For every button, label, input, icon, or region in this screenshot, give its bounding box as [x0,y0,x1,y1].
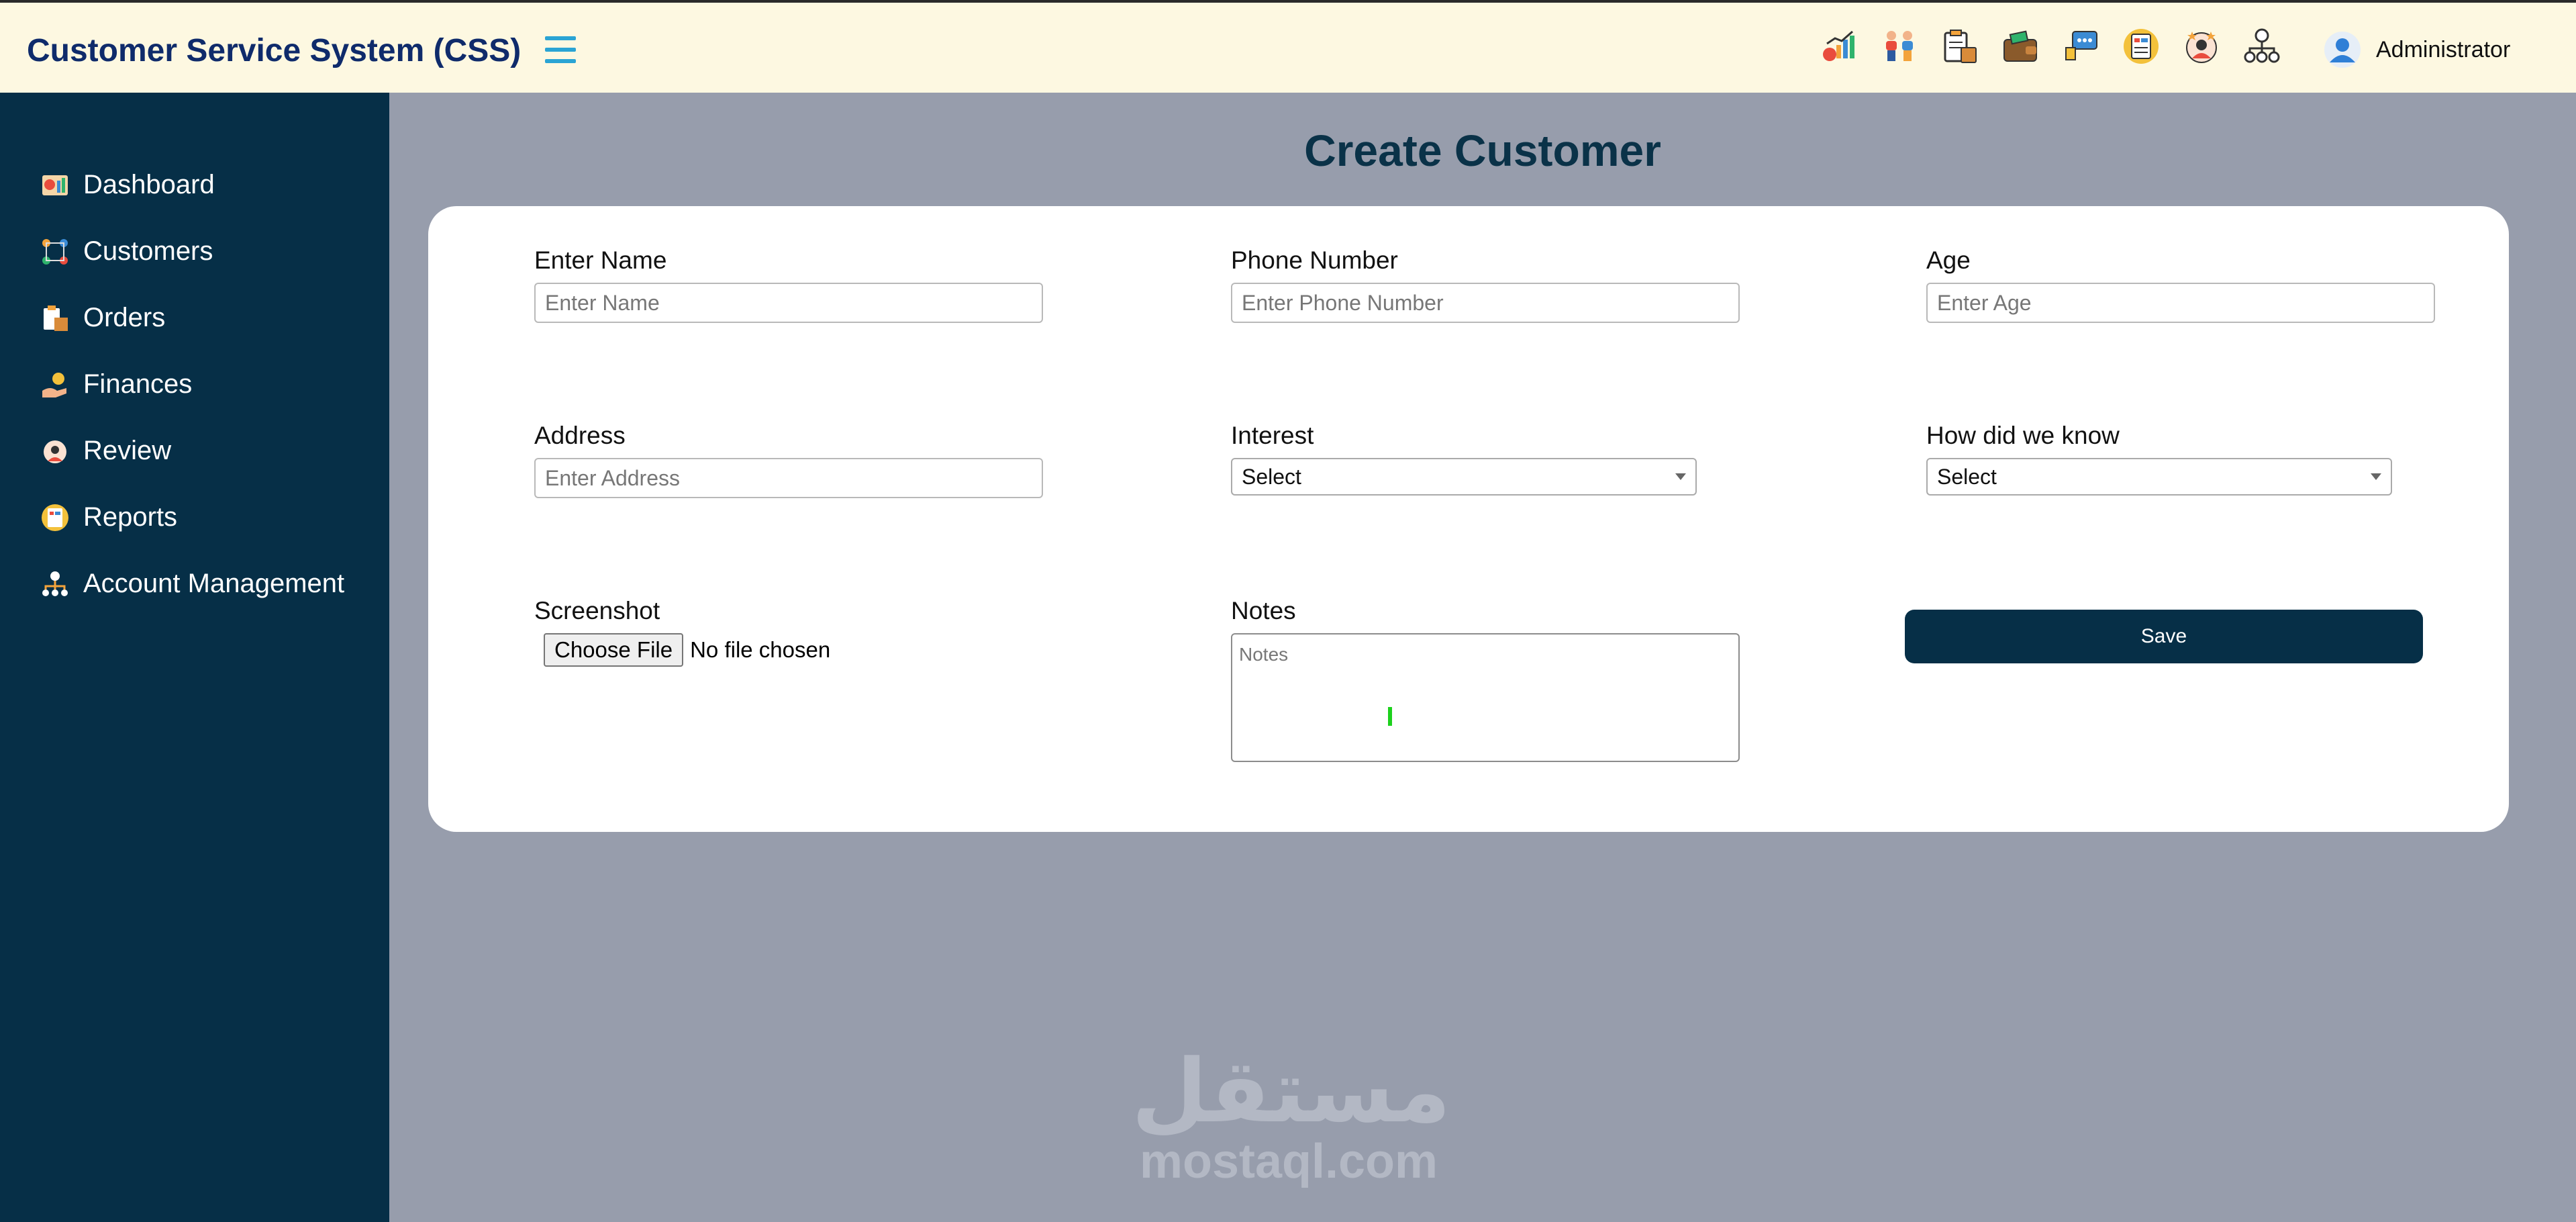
watermark-latin: mostaql.com [1139,1135,1438,1188]
file-status: No file chosen [690,637,831,662]
chevron-down-icon [1675,473,1686,480]
address-field-group: Address [534,422,1043,498]
sidebar-item-label: Account Management [83,569,345,598]
source-field-group: How did we know Select [1926,422,2392,496]
hamburger-menu-icon[interactable] [545,36,576,63]
orders-icon [40,303,70,333]
page-title: Create Customer [1304,126,1661,175]
sidebar-item-orders[interactable]: Orders [0,285,389,351]
sidebar-item-dashboard[interactable]: Dashboard [0,152,389,218]
rating-badge-icon[interactable] [2183,26,2220,67]
age-label: Age [1926,246,1971,274]
reports-document-icon[interactable] [2122,26,2160,67]
sidebar-item-label: Dashboard [83,170,215,199]
header-shortcuts [1820,26,2281,73]
review-icon [40,436,70,466]
interest-field-group: Interest Select [1231,422,1697,496]
interest-label: Interest [1231,422,1314,449]
user-name: Administrator [2376,36,2511,62]
customers-people-icon[interactable] [1881,26,1918,67]
review-feedback-icon[interactable] [2062,26,2099,67]
address-input[interactable] [534,458,1043,498]
customers-icon [40,237,70,267]
sidebar-item-label: Reports [83,502,178,532]
choose-file-button[interactable]: Choose File [544,633,684,667]
name-input[interactable] [534,283,1043,323]
screenshot-field-group: Screenshot Choose File No file chosen [534,597,830,667]
sidebar-item-label: Customers [83,236,213,266]
phone-field-group: Phone Number [1231,246,1740,323]
source-selected-value: Select [1937,464,1997,489]
source-label: How did we know [1926,422,2120,449]
phone-input[interactable] [1231,283,1740,323]
screenshot-label: Screenshot [534,597,660,624]
notes-textarea[interactable] [1231,633,1740,762]
watermark: مستقل mostaql.com [1132,1040,1451,1188]
sidebar-item-label: Orders [83,303,166,332]
name-label: Enter Name [534,246,667,274]
sidebar-item-finances[interactable]: Finances [0,351,389,418]
sidebar-item-customers[interactable]: Customers [0,218,389,285]
user-menu[interactable]: Administrator [2324,31,2510,68]
address-label: Address [534,422,626,449]
sidebar-item-label: Review [83,436,172,465]
chevron-down-icon [2371,473,2381,480]
notes-label: Notes [1231,597,1296,624]
sidebar-item-review[interactable]: Review [0,418,389,484]
age-field-group: Age [1926,246,2435,323]
orders-clipboard-icon[interactable] [1941,26,1979,67]
phone-label: Phone Number [1231,246,1398,274]
sidebar-item-reports[interactable]: Reports [0,484,389,551]
account-management-icon [40,569,70,599]
dashboard-chart-icon[interactable] [1820,26,1858,67]
age-input[interactable] [1926,283,2435,323]
notes-field-group: Notes [1231,597,1740,765]
wallet-icon[interactable] [2001,26,2039,67]
user-avatar-icon [2324,31,2361,68]
sidebar: Dashboard Customers Orders Finances Revi… [0,93,389,1222]
org-structure-icon[interactable] [2243,26,2281,67]
name-field-group: Enter Name [534,246,1043,323]
source-select[interactable]: Select [1926,458,2392,496]
app-title: Customer Service System (CSS) [27,33,522,68]
dashboard-icon [40,171,70,200]
text-cursor-indicator [1388,707,1392,726]
save-button[interactable]: Save [1905,610,2423,663]
sidebar-item-account-management[interactable]: Account Management [0,551,389,617]
top-header: Customer Service System (CSS) Administra… [0,0,2576,93]
interest-selected-value: Select [1242,464,1301,489]
watermark-arabic: مستقل [1132,1040,1451,1142]
finances-icon [40,370,70,399]
reports-icon [40,503,70,532]
create-customer-form: Enter Name Phone Number Age Address Inte… [428,206,2509,832]
sidebar-item-label: Finances [83,369,193,399]
interest-select[interactable]: Select [1231,458,1697,496]
